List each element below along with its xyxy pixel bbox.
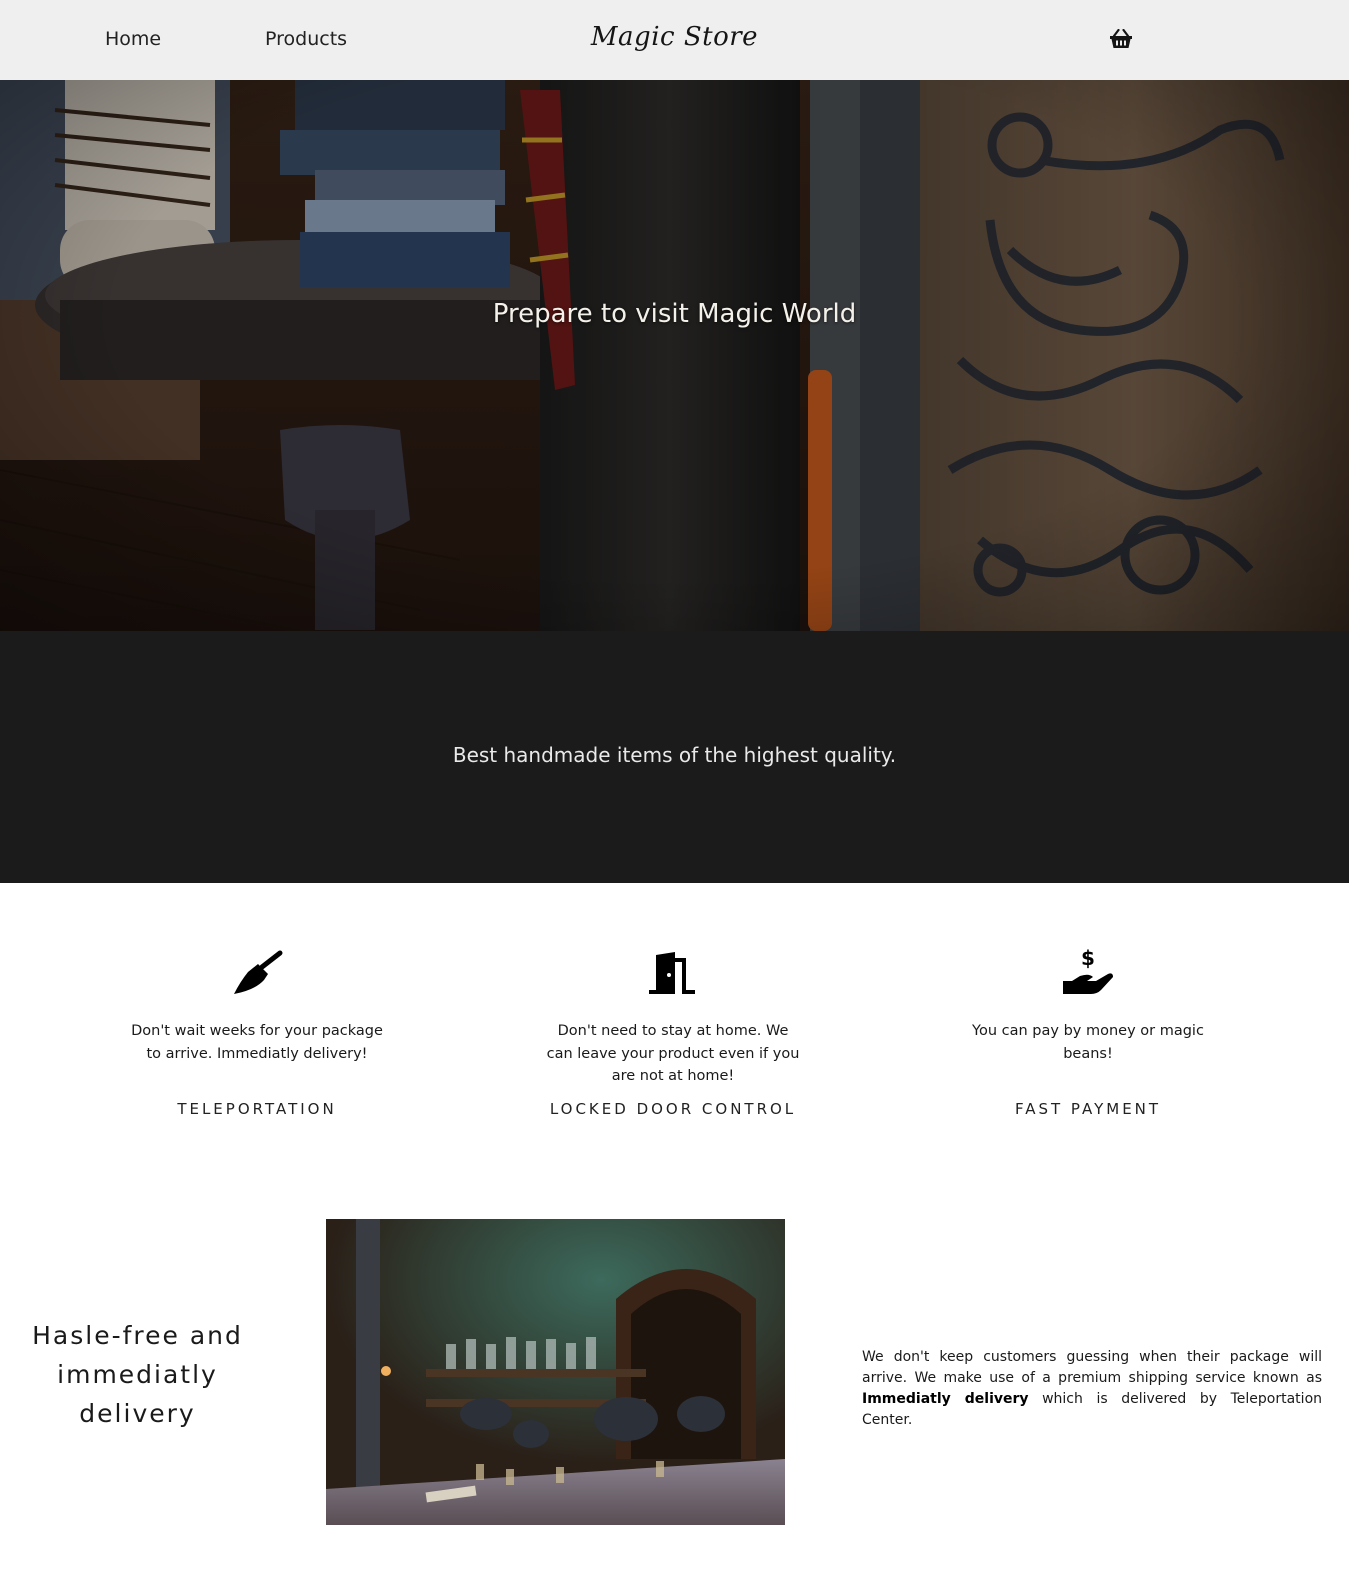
delivery-description: We don't keep customers guessing when th… (862, 1347, 1322, 1431)
feature-teleportation: Don't wait weeks for your package to arr… (107, 948, 407, 1118)
door-open-icon (523, 948, 823, 998)
svg-text:$: $ (1081, 948, 1095, 970)
feature-title: FAST PAYMENT (1014, 1100, 1162, 1118)
store-logo[interactable]: Magic Store (0, 22, 1349, 52)
broom-icon (107, 948, 407, 998)
top-navigation-bar: Home Products Magic Store (0, 0, 1349, 80)
basket-icon[interactable] (1109, 28, 1133, 49)
hand-dollar-icon: $ (938, 948, 1238, 998)
potions-classroom-image (326, 1219, 785, 1525)
feature-title: TELEPORTATION (177, 1100, 337, 1118)
delivery-text-intro: We don't keep customers guessing when th… (862, 1349, 1322, 1386)
delivery-heading: Hasle-free and immediatly delivery (32, 1321, 243, 1428)
feature-description: You can pay by money or magic beans! (972, 1023, 1204, 1062)
hero-title: Prepare to visit Magic World (492, 299, 857, 329)
feature-fast-payment: $ You can pay by money or magic beans! F… (938, 948, 1238, 1118)
feature-description: Don't need to stay at home. We can leave… (546, 1023, 800, 1084)
feature-title: LOCKED DOOR CONTROL (549, 1100, 797, 1118)
tagline-band: Best handmade items of the highest quali… (0, 631, 1349, 883)
feature-locked-door-control: Don't need to stay at home. We can leave… (523, 948, 823, 1118)
feature-description: Don't wait weeks for your package to arr… (131, 1023, 383, 1062)
delivery-service-name: Immediatly delivery (862, 1391, 1029, 1407)
tagline-text: Best handmade items of the highest quali… (452, 743, 897, 767)
hero-banner: Prepare to visit Magic World (0, 0, 1349, 631)
